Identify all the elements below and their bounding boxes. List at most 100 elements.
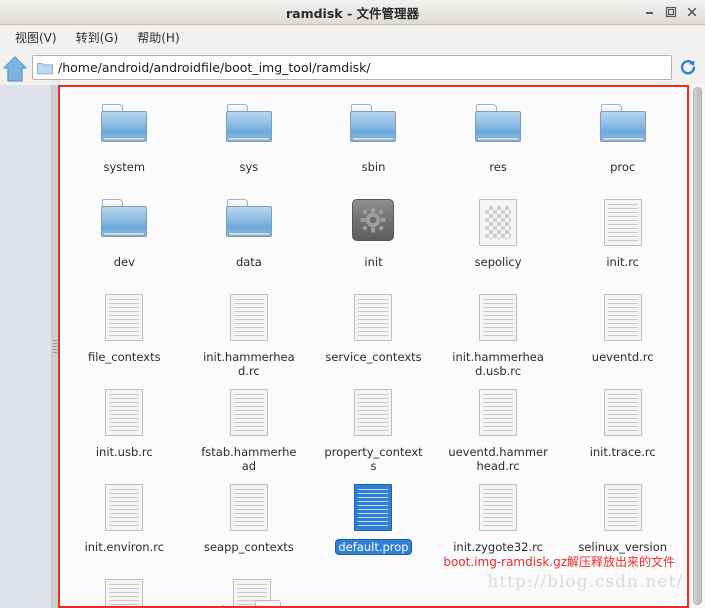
text-file-icon — [229, 484, 268, 536]
file-label: init.hammerhead.usb.rc — [452, 350, 544, 378]
file-item-fstab-hammerhead[interactable]: fstab.hammerhead — [187, 384, 312, 479]
file-grid: system sys sbin res proc dev data init s… — [58, 93, 689, 608]
folder-icon — [350, 104, 397, 156]
file-item-init-environ-rc[interactable]: init.environ.rc — [62, 479, 187, 574]
file-label: sepolicy — [474, 255, 522, 269]
file-item-service-contexts[interactable]: service_contexts — [311, 289, 436, 384]
text-file-icon — [479, 484, 518, 536]
file-item-res[interactable]: res — [436, 99, 561, 194]
text-file-icon — [105, 579, 144, 608]
file-item-file-contexts[interactable]: file_contexts — [62, 289, 187, 384]
text-file-icon — [603, 389, 642, 441]
folder-icon — [225, 199, 272, 251]
folder-icon — [475, 104, 522, 156]
file-item-sbin[interactable]: sbin — [311, 99, 436, 194]
file-item-seapp-contexts[interactable]: seapp_contexts — [187, 479, 312, 574]
folder-icon — [101, 199, 148, 251]
file-item-dev[interactable]: dev — [62, 194, 187, 289]
folder-icon — [101, 104, 148, 156]
title-bar: ramdisk - 文件管理器 — [0, 0, 705, 25]
mouse-pointer-icon — [211, 604, 233, 608]
file-label: init — [364, 255, 383, 269]
text-file-icon — [603, 199, 642, 251]
menu-item-help[interactable]: 帮助(H) — [129, 27, 187, 48]
broken-link-icon — [221, 579, 281, 608]
text-file-icon — [603, 484, 642, 536]
file-label: init.hammerhead.rc — [203, 350, 295, 378]
file-item-init-hammerhead-diag-rc[interactable]: init.hammerhead.diag.rc — [62, 574, 187, 608]
text-file-icon — [479, 294, 518, 346]
file-manager-window: ramdisk - 文件管理器 视图(V) 转到(G) 帮助(H) /home/… — [0, 0, 705, 608]
path-text: /home/android/androidfile/boot_img_tool/… — [58, 59, 371, 75]
file-label: init.zygote32.rc — [453, 540, 543, 554]
text-file-icon — [229, 389, 268, 441]
file-label: seapp_contexts — [203, 540, 294, 554]
places-sidebar[interactable] — [0, 85, 52, 608]
file-label: ueventd.rc — [591, 350, 654, 364]
file-label: file_contexts — [87, 350, 161, 364]
file-item-init-rc[interactable]: init.rc — [560, 194, 685, 289]
file-label: data — [235, 255, 262, 269]
file-label: ueventd.hammerhead.rc — [448, 445, 548, 473]
location-bar: /home/android/androidfile/boot_img_tool/… — [0, 49, 705, 85]
text-file-icon — [229, 294, 268, 346]
file-item-default-prop[interactable]: default.prop — [311, 479, 436, 574]
file-grid-empty-cell — [311, 574, 436, 608]
file-label: init.usb.rc — [95, 445, 153, 459]
file-label: system — [103, 160, 146, 174]
file-item-init-trace-rc[interactable]: init.trace.rc — [560, 384, 685, 479]
minimize-icon[interactable] — [640, 3, 659, 21]
window-controls — [640, 3, 701, 21]
window-body: system sys sbin res proc dev data init s… — [0, 85, 705, 608]
file-item-init[interactable]: init — [311, 194, 436, 289]
folder-icon — [225, 104, 272, 156]
file-label: sys — [239, 160, 259, 174]
annotation-text: boot.img-ramdisk.gz解压释放出来的文件 — [443, 555, 675, 569]
close-icon[interactable] — [682, 3, 701, 21]
file-label: proc — [610, 160, 636, 174]
file-item-charger[interactable]: charger — [187, 574, 312, 608]
file-item-sepolicy[interactable]: sepolicy — [436, 194, 561, 289]
file-item-proc[interactable]: proc — [560, 99, 685, 194]
text-file-icon — [105, 294, 144, 346]
broken-link-x-icon — [254, 600, 281, 608]
text-file-icon — [105, 389, 144, 441]
file-view-wrapper: system sys sbin res proc dev data init s… — [58, 85, 705, 608]
file-item-data[interactable]: data — [187, 194, 312, 289]
file-label: property_contexts — [324, 445, 423, 473]
file-item-system[interactable]: system — [62, 99, 187, 194]
file-label: default.prop — [336, 540, 411, 554]
text-file-icon — [603, 294, 642, 346]
vertical-scrollbar[interactable] — [689, 85, 705, 608]
file-item-property-contexts[interactable]: property_contexts — [311, 384, 436, 479]
folder-icon — [599, 104, 646, 156]
file-item-sys[interactable]: sys — [187, 99, 312, 194]
folder-icon — [37, 60, 53, 75]
file-label: init.trace.rc — [589, 445, 656, 459]
menu-item-go[interactable]: 转到(G) — [68, 27, 127, 48]
file-label: init.environ.rc — [84, 540, 165, 554]
home-icon[interactable] — [2, 52, 30, 82]
file-label: sbin — [361, 160, 386, 174]
maximize-icon[interactable] — [661, 3, 680, 21]
binary-file-icon — [479, 199, 518, 251]
executable-gear-icon — [352, 199, 395, 251]
file-label: init.rc — [606, 255, 640, 269]
file-item-ueventd-hammerhead-rc[interactable]: ueventd.hammerhead.rc — [436, 384, 561, 479]
file-item-ueventd-rc[interactable]: ueventd.rc — [560, 289, 685, 384]
file-item-init-hammerhead-usb-rc[interactable]: init.hammerhead.usb.rc — [436, 289, 561, 384]
file-label: dev — [113, 255, 135, 269]
reload-icon[interactable] — [675, 54, 701, 80]
menu-item-view[interactable]: 视图(V) — [7, 27, 65, 48]
file-icon-view[interactable]: system sys sbin res proc dev data init s… — [58, 85, 689, 608]
file-item-init-usb-rc[interactable]: init.usb.rc — [62, 384, 187, 479]
file-item-init-hammerhead-rc[interactable]: init.hammerhead.rc — [187, 289, 312, 384]
text-file-icon — [105, 484, 144, 536]
path-input[interactable]: /home/android/androidfile/boot_img_tool/… — [32, 54, 672, 80]
menu-bar: 视图(V) 转到(G) 帮助(H) — [0, 25, 705, 49]
file-label: fstab.hammerhead — [201, 445, 297, 473]
watermark-text: http://blog.csdn.net/ — [487, 572, 683, 592]
text-file-icon — [354, 294, 393, 346]
window-title: ramdisk - 文件管理器 — [285, 5, 419, 21]
scrollbar-thumb[interactable] — [693, 87, 702, 605]
